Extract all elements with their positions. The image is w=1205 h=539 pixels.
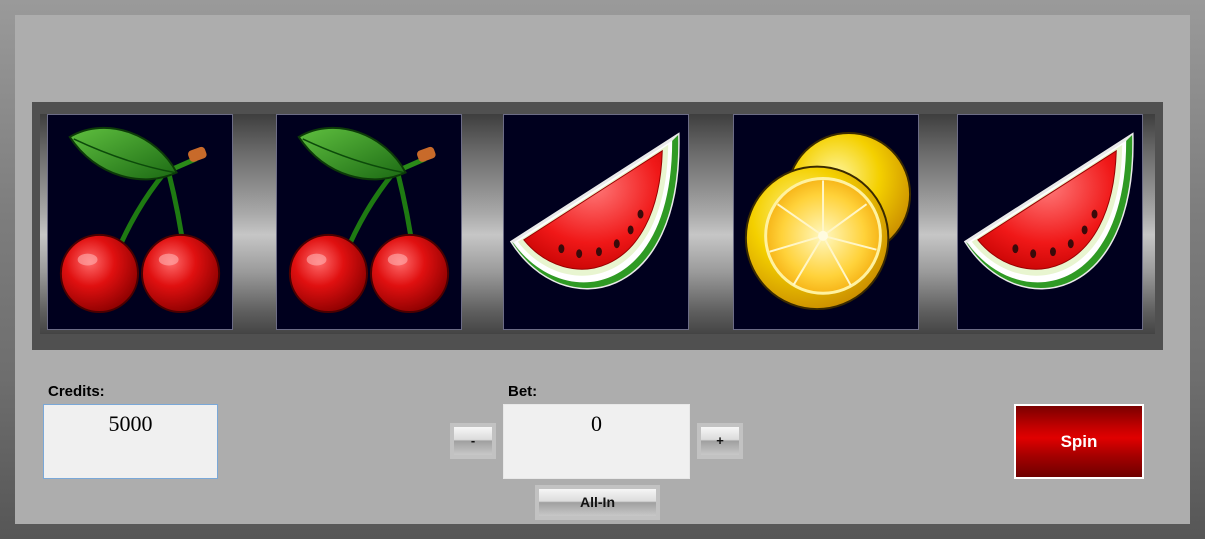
reel-1 (47, 114, 233, 330)
reel-2 (276, 114, 462, 330)
credits-display: 5000 (43, 404, 218, 479)
increase-bet-button[interactable]: + (697, 423, 743, 459)
watermelon-icon (963, 132, 1134, 290)
cherry-icon (288, 127, 450, 314)
slot-machine-window: { "reels": [ {"symbol": "cherry"}, {"sym… (0, 0, 1205, 539)
all-in-button[interactable]: All-In (535, 485, 660, 520)
credits-label: Credits: (48, 383, 105, 400)
bet-label: Bet: (508, 383, 538, 400)
reel-3 (503, 114, 689, 330)
reel-5 (957, 114, 1143, 330)
decrease-bet-button[interactable]: - (450, 423, 496, 459)
watermelon-icon (509, 132, 680, 290)
spin-button[interactable]: Spin (1014, 404, 1144, 479)
bet-display: 0 (503, 404, 690, 479)
cherry-icon (59, 127, 221, 314)
lemon-icon (744, 131, 912, 311)
reel-4 (733, 114, 919, 330)
